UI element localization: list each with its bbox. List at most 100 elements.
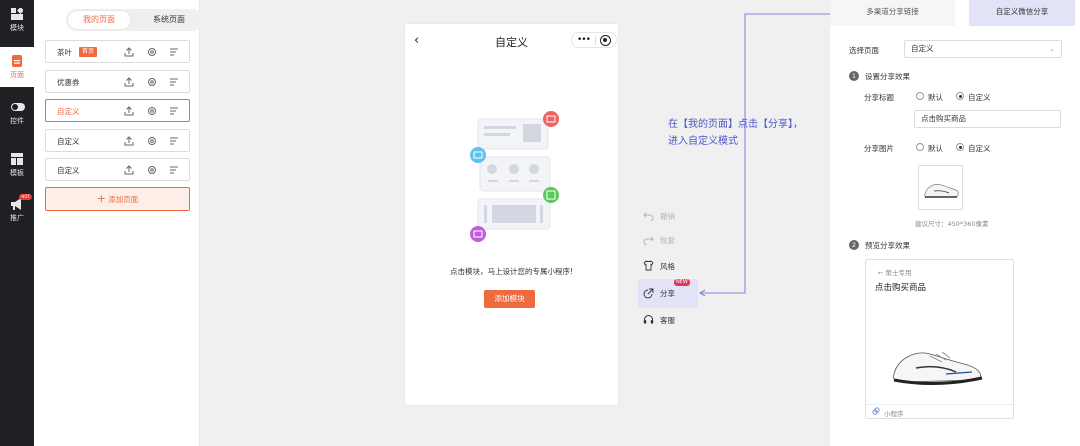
page-type-switch: 我的页面 系统页面 <box>66 9 203 31</box>
radio-label: 默认 <box>928 144 943 153</box>
module-icon <box>11 6 25 20</box>
undo-icon <box>643 212 654 221</box>
settings-icon[interactable] <box>147 136 157 146</box>
rail-item-widget[interactable]: 控件 <box>0 93 34 133</box>
customer-service-label: 客服 <box>660 316 675 325</box>
share-button[interactable]: 分享 NEW <box>638 279 698 308</box>
template-icon <box>11 152 23 165</box>
page-row[interactable]: 自定义 <box>45 129 190 152</box>
tab-custom-wechat-share[interactable]: 自定义微信分享 <box>969 0 1075 26</box>
page-name: 自定义 <box>57 166 80 175</box>
page-select-value: 自定义 <box>911 44 934 53</box>
share-config-panel: 多渠道分享链接 自定义微信分享 选择页面 自定义 ⌄ 1 设置分享效果 分享标题… <box>830 0 1080 446</box>
radio-label: 默认 <box>928 93 943 102</box>
upload-icon[interactable] <box>124 47 134 57</box>
upload-icon[interactable] <box>124 165 134 175</box>
drag-handle-icon[interactable] <box>169 136 179 146</box>
rail-label: 模块 <box>10 23 24 32</box>
empty-state-illustration <box>470 111 559 242</box>
page-name: 茶叶 <box>57 48 72 57</box>
instruction-annotation: 在【我的页面】点击【分享】，进入自定义模式 <box>668 119 803 147</box>
chevron-down-icon: ⌄ <box>1049 45 1055 53</box>
upload-icon[interactable] <box>124 77 134 87</box>
settings-icon[interactable] <box>147 77 157 87</box>
rail-label: 推广 <box>10 213 24 222</box>
share-title-default-radio[interactable] <box>916 92 924 100</box>
page-row-selected[interactable]: 自定义 <box>45 99 190 122</box>
settings-icon[interactable] <box>147 106 157 116</box>
drag-handle-icon[interactable] <box>169 47 179 57</box>
page-row[interactable]: 优惠券 <box>45 70 190 93</box>
rail-label: 控件 <box>10 116 24 125</box>
page-name: 自定义 <box>57 137 80 146</box>
settings-icon[interactable] <box>147 47 157 57</box>
page-list-panel: 我的页面 系统页面 茶叶 首页 优惠券 自定义 自定义 自定义 + 添加页面 <box>34 0 203 446</box>
hot-badge: HOT <box>19 193 32 200</box>
rail-item-promote[interactable]: HOT 推广 <box>0 190 34 230</box>
add-page-label: 添加页面 <box>108 195 139 204</box>
tab-system-pages[interactable]: 系统页面 <box>138 11 200 29</box>
share-image-default-radio[interactable] <box>916 143 924 151</box>
sneaker-image <box>893 351 983 386</box>
headset-icon <box>643 315 654 324</box>
rail-item-module[interactable]: 模块 <box>0 0 34 40</box>
share-title-custom-radio[interactable] <box>956 92 964 100</box>
radio-label: 自定义 <box>968 144 991 153</box>
customer-service-button[interactable]: 客服 <box>638 309 698 331</box>
share-image-custom-radio[interactable] <box>956 143 964 151</box>
share-image-label: 分享图片 <box>864 144 894 153</box>
upload-icon[interactable] <box>124 136 134 146</box>
phone-preview: ‹ 自定义 ••• 点击模块，马上设计您的专属小程序! 添加模块 <box>405 24 618 405</box>
empty-state-hint: 点击模块，马上设计您的专属小程序! <box>449 267 573 276</box>
toggle-icon <box>11 101 25 113</box>
rail-item-template[interactable]: 模板 <box>0 145 34 185</box>
add-page-button[interactable]: + 添加页面 <box>45 187 190 211</box>
tab-multichannel-link[interactable]: 多渠道分享链接 <box>830 0 955 26</box>
page-select[interactable]: 自定义 ⌄ <box>904 40 1062 58</box>
page-row[interactable]: 茶叶 首页 <box>45 40 190 63</box>
page-icon <box>11 54 23 67</box>
left-rail: 模块 页面 控件 模板 HOT 推广 <box>0 0 34 446</box>
redo-button[interactable]: 恢复 <box>638 229 698 251</box>
close-target-icon[interactable] <box>600 35 611 46</box>
redo-label: 恢复 <box>660 236 675 245</box>
tshirt-icon <box>643 260 654 271</box>
more-icon[interactable]: ••• <box>577 34 591 46</box>
step-number: 1 <box>849 71 859 81</box>
megaphone-icon: HOT <box>11 193 32 210</box>
new-badge: NEW <box>674 279 690 286</box>
rail-label: 页面 <box>10 70 24 79</box>
redo-icon <box>643 236 654 245</box>
tab-my-pages[interactable]: 我的页面 <box>68 11 130 29</box>
page-name: 自定义 <box>57 107 80 116</box>
preview-title: 点击购买商品 <box>875 283 927 293</box>
page-row[interactable]: 自定义 <box>45 158 190 181</box>
step-title: 预览分享效果 <box>865 241 910 250</box>
upload-icon[interactable] <box>124 106 134 116</box>
rail-item-page[interactable]: 页面 <box>0 47 34 87</box>
drag-handle-icon[interactable] <box>169 106 179 116</box>
mini-program-label: 小程序 <box>884 410 904 418</box>
capsule-divider <box>595 36 596 45</box>
mini-program-capsule[interactable]: ••• <box>571 32 617 48</box>
settings-icon[interactable] <box>147 165 157 175</box>
share-label: 分享 <box>660 289 675 298</box>
drag-handle-icon[interactable] <box>169 165 179 175</box>
plus-icon: + <box>96 192 106 205</box>
home-tag: 首页 <box>79 47 98 57</box>
mini-program-icon <box>872 407 880 415</box>
preview-source: ← 策士专用 <box>878 269 912 277</box>
radio-label: 自定义 <box>968 93 991 102</box>
style-button[interactable]: 风格 <box>638 255 698 277</box>
style-label: 风格 <box>660 262 675 271</box>
drag-handle-icon[interactable] <box>169 77 179 87</box>
rail-label: 模板 <box>10 168 24 177</box>
share-title-input[interactable]: 点击购买商品 <box>914 110 1061 128</box>
preview-footer: 小程序 <box>866 404 1013 419</box>
page-name: 优惠券 <box>57 78 80 87</box>
add-module-button[interactable]: 添加模块 <box>484 290 535 308</box>
undo-button[interactable]: 撤销 <box>638 205 698 227</box>
share-icon <box>643 288 654 299</box>
share-title-label: 分享标题 <box>864 93 894 102</box>
share-image-upload[interactable] <box>918 165 963 210</box>
